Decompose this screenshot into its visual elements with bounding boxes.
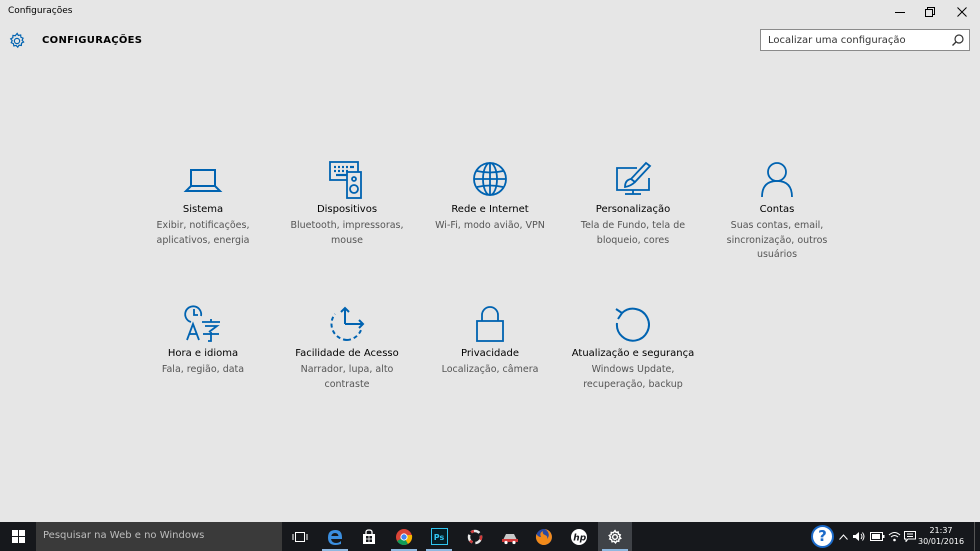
person-icon xyxy=(757,160,797,200)
game-car-icon xyxy=(502,533,518,544)
tile-desc: Windows Update, recuperação, backup xyxy=(583,364,683,390)
tile-name: Sistema xyxy=(182,204,224,215)
windows-logo-icon xyxy=(11,530,25,543)
taskbar-app-5[interactable] xyxy=(458,522,492,551)
tile-desc: Wi-Fi, modo avião, VPN xyxy=(435,220,545,231)
tile-contas[interactable]: Contas Suas contas, email, sincronização… xyxy=(707,160,847,270)
notifications-icon xyxy=(904,531,916,542)
search-box[interactable] xyxy=(760,29,970,51)
close-icon xyxy=(957,7,967,17)
taskbar-search[interactable]: Pesquisar na Web e no Windows xyxy=(36,522,282,551)
taskbar-edge[interactable] xyxy=(318,522,352,551)
edge-icon xyxy=(328,529,342,545)
window-title: Configurações xyxy=(8,6,73,16)
chrome-icon xyxy=(396,528,413,545)
search-input[interactable] xyxy=(761,30,947,50)
taskbar-settings[interactable] xyxy=(598,522,632,551)
tile-atualizacao[interactable]: Atualização e segurança Windows Update, … xyxy=(563,304,703,414)
minimize-icon xyxy=(895,12,905,13)
clock-time: 21:37 xyxy=(929,526,953,535)
taskbar-chrome[interactable] xyxy=(387,522,421,551)
tray-volume[interactable] xyxy=(850,522,866,551)
taskbar-app-6[interactable] xyxy=(493,522,527,551)
lock-icon xyxy=(470,304,510,344)
hp-logo-icon: hp xyxy=(571,528,587,545)
tray-action-center[interactable] xyxy=(902,522,918,551)
app-ring-icon xyxy=(467,529,483,544)
devices-icon xyxy=(327,160,367,200)
tile-desc: Suas contas, email, sincronização, outro… xyxy=(726,220,828,260)
show-desktop-button[interactable] xyxy=(974,522,980,551)
tile-desc: Tela de Fundo, tela de bloqueio, cores xyxy=(580,220,686,246)
tile-name: Hora e idioma xyxy=(167,348,239,359)
time-language-icon xyxy=(183,304,223,344)
update-icon xyxy=(613,304,653,344)
tile-personalizacao[interactable]: Personalização Tela de Fundo, tela de bl… xyxy=(563,160,703,270)
store-icon xyxy=(363,528,375,544)
ease-of-access-icon xyxy=(327,304,367,344)
tile-name: Privacidade xyxy=(460,348,520,359)
volume-icon xyxy=(852,532,864,541)
restore-button[interactable] xyxy=(912,0,948,24)
tile-facilidade-acesso[interactable]: Facilidade de Acesso Narrador, lupa, alt… xyxy=(277,304,417,414)
start-button[interactable] xyxy=(0,522,36,551)
svg-text:Ps: Ps xyxy=(433,533,444,542)
tile-desc: Narrador, lupa, alto contraste xyxy=(300,364,394,390)
tile-name: Dispositivos xyxy=(316,204,378,215)
tile-dispositivos[interactable]: Dispositivos Bluetooth, impressoras, mou… xyxy=(277,160,417,270)
tray-overflow[interactable] xyxy=(836,522,850,551)
title-bar: Configurações xyxy=(0,0,980,24)
tile-sistema[interactable]: Sistema Exibir, notificações, aplicativo… xyxy=(133,160,273,270)
close-button[interactable] xyxy=(944,0,980,24)
tile-name: Facilidade de Acesso xyxy=(295,348,399,359)
tile-privacidade[interactable]: Privacidade Localização, câmera xyxy=(420,304,560,414)
tile-desc: Fala, região, data xyxy=(161,364,245,375)
settings-gear-icon xyxy=(608,528,622,544)
restore-icon xyxy=(925,7,935,17)
battery-icon xyxy=(869,532,884,541)
tray-battery[interactable] xyxy=(868,522,886,551)
taskbar-search-placeholder: Pesquisar na Web e no Windows xyxy=(43,530,205,541)
taskbar-photoshop[interactable]: Ps xyxy=(422,522,456,551)
task-view-button[interactable] xyxy=(283,522,317,551)
page-title: CONFIGURAÇÕES xyxy=(42,35,143,46)
photoshop-icon: Ps xyxy=(430,528,448,545)
tile-name: Personalização xyxy=(595,204,671,215)
taskbar: Pesquisar na Web e no Windows Ps hp ? 21… xyxy=(0,522,980,551)
task-view-icon xyxy=(292,531,308,542)
tile-name: Atualização e segurança xyxy=(571,348,695,359)
search-icon[interactable] xyxy=(951,33,965,47)
chevron-up-icon xyxy=(838,533,848,540)
tile-desc: Bluetooth, impressoras, mouse xyxy=(290,220,404,246)
gear-icon xyxy=(9,32,25,49)
tile-desc: Localização, câmera xyxy=(441,364,539,375)
tile-name: Rede e Internet xyxy=(451,204,529,215)
wifi-icon xyxy=(888,532,900,542)
clock-date: 30/01/2016 xyxy=(918,537,965,546)
tile-name: Contas xyxy=(759,204,795,215)
taskbar-hp[interactable]: hp xyxy=(562,522,596,551)
laptop-icon xyxy=(183,160,223,200)
svg-text:hp: hp xyxy=(573,533,586,543)
help-icon[interactable]: ? xyxy=(811,525,834,548)
globe-icon xyxy=(470,160,510,200)
tray-network[interactable] xyxy=(886,522,902,551)
taskbar-firefox[interactable] xyxy=(527,522,561,551)
tile-hora-idioma[interactable]: Hora e idioma Fala, região, data xyxy=(133,304,273,414)
tile-desc: Exibir, notificações, aplicativos, energ… xyxy=(156,220,250,246)
taskbar-clock[interactable]: 21:37 30/01/2016 xyxy=(918,525,964,547)
firefox-icon xyxy=(535,528,552,545)
taskbar-store[interactable] xyxy=(352,522,386,551)
tile-rede[interactable]: Rede e Internet Wi-Fi, modo avião, VPN xyxy=(420,160,560,270)
paint-icon xyxy=(613,160,653,200)
